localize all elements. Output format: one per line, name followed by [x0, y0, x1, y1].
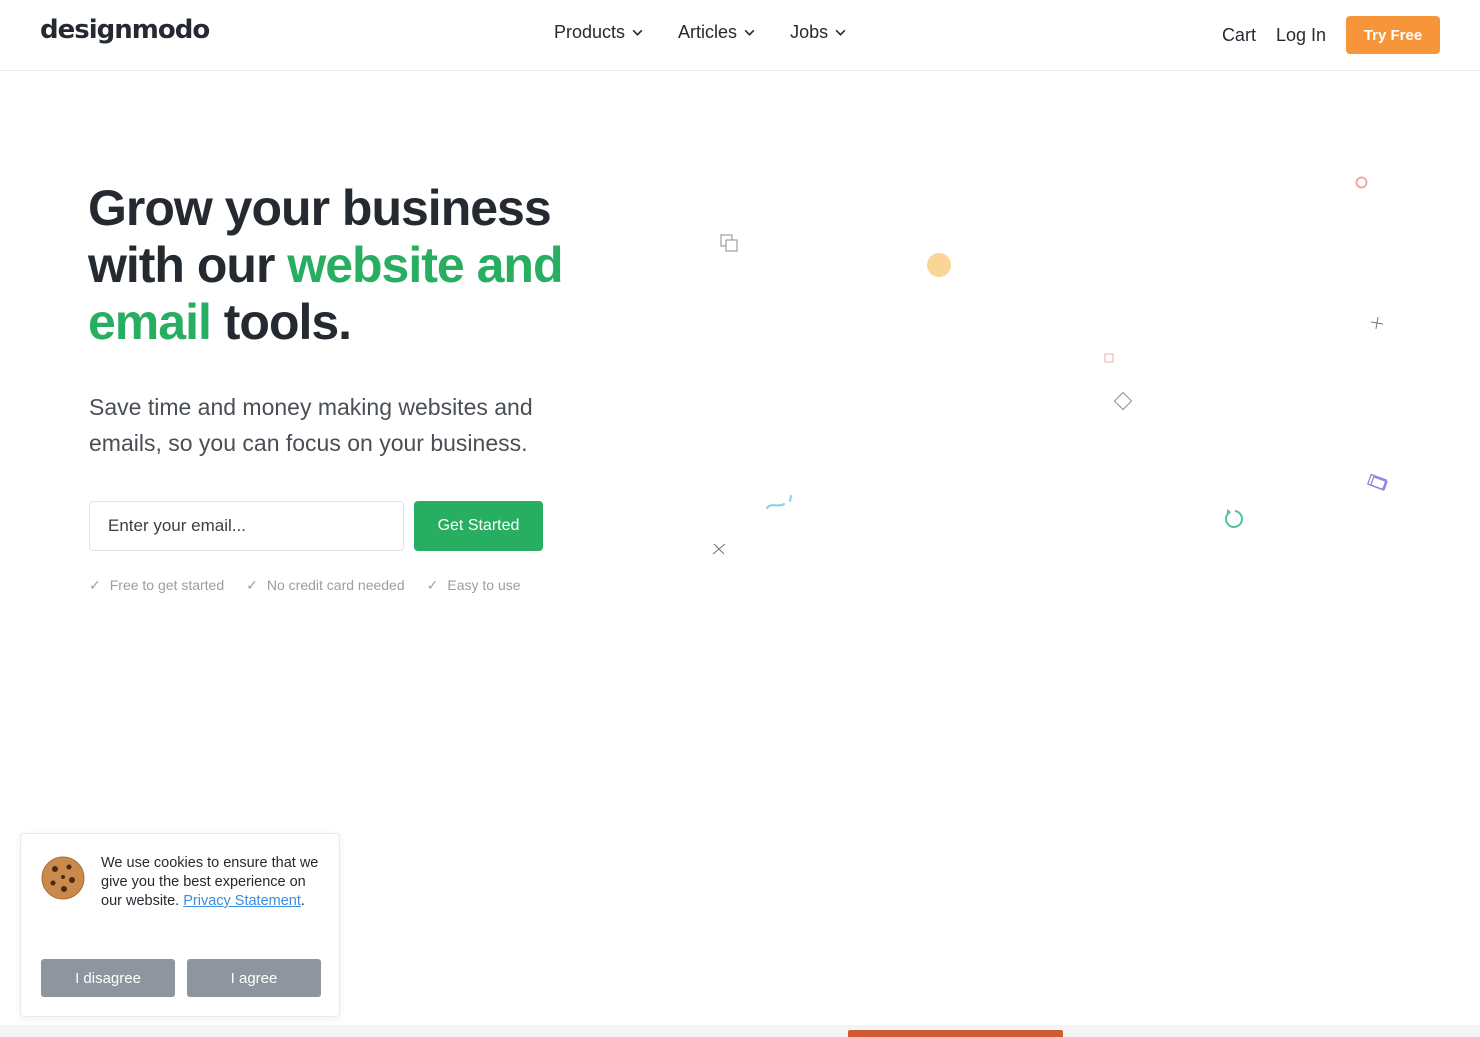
- nav-item-label: Products: [554, 22, 626, 42]
- benefit-item: ✓ Easy to use: [427, 577, 521, 594]
- nav-item-label: Jobs: [790, 22, 829, 42]
- account-nav: Cart Log In Try Free: [1222, 16, 1440, 54]
- privacy-statement-link[interactable]: Privacy Statement: [183, 893, 301, 909]
- login-link[interactable]: Log In: [1276, 25, 1326, 46]
- main-nav: Products Articles Jobs: [554, 22, 847, 43]
- hero-title-part2: tools.: [210, 294, 352, 350]
- nav-item-products[interactable]: Products: [554, 22, 644, 43]
- circle-shape-icon: [927, 253, 951, 277]
- chevron-down-icon: [744, 29, 755, 36]
- square-shape-icon: [1104, 353, 1114, 363]
- hero-subtitle: Save time and money making websites and …: [89, 394, 533, 456]
- nav-item-articles[interactable]: Articles: [678, 22, 756, 43]
- nav-item-jobs[interactable]: Jobs: [790, 22, 847, 43]
- ring-shape-icon: [1355, 176, 1368, 189]
- refresh-shape-icon: [1225, 509, 1243, 528]
- signup-form: Get Started: [89, 501, 543, 551]
- squiggle-shape-icon: [766, 495, 792, 509]
- benefit-label: Easy to use: [447, 577, 521, 593]
- try-free-button[interactable]: Try Free: [1346, 16, 1440, 54]
- ticket-shape-icon: [1367, 473, 1388, 491]
- benefit-item: ✓ Free to get started: [89, 577, 224, 594]
- logo[interactable]: designmodo: [40, 15, 210, 45]
- check-icon: ✓: [89, 577, 101, 593]
- benefits-list: ✓ Free to get started ✓ No credit card n…: [89, 577, 521, 594]
- chevron-down-icon: [632, 29, 643, 36]
- diamond-shape-icon: [1113, 391, 1133, 411]
- check-icon: ✓: [426, 577, 439, 593]
- bottom-strip: [0, 1025, 1480, 1037]
- x-shape-icon: [712, 543, 726, 555]
- benefit-item: ✓ No credit card needed: [246, 577, 405, 594]
- nav-item-label: Articles: [678, 22, 738, 42]
- benefit-label: No credit card needed: [266, 577, 405, 593]
- check-icon: ✓: [246, 577, 258, 593]
- hero-title: Grow your business with our website and …: [88, 180, 648, 351]
- cart-link[interactable]: Cart: [1222, 25, 1256, 46]
- disagree-button[interactable]: I disagree: [41, 959, 175, 997]
- cookie-message: We use cookies to ensure that we give yo…: [101, 854, 326, 911]
- bottom-bar[interactable]: [848, 1030, 1063, 1037]
- cookie-icon: [41, 856, 85, 900]
- plus-shape-icon: [1371, 317, 1383, 329]
- chevron-down-icon: [835, 29, 846, 36]
- agree-button[interactable]: I agree: [187, 959, 321, 997]
- copy-shape-icon: [720, 234, 738, 252]
- site-header: designmodo Products Articles Jobs Cart L…: [0, 0, 1480, 71]
- get-started-button[interactable]: Get Started: [414, 501, 543, 551]
- email-input[interactable]: [89, 501, 404, 551]
- cookie-period: .: [300, 893, 305, 909]
- benefit-label: Free to get started: [109, 577, 225, 593]
- cookie-banner: We use cookies to ensure that we give yo…: [20, 833, 340, 1017]
